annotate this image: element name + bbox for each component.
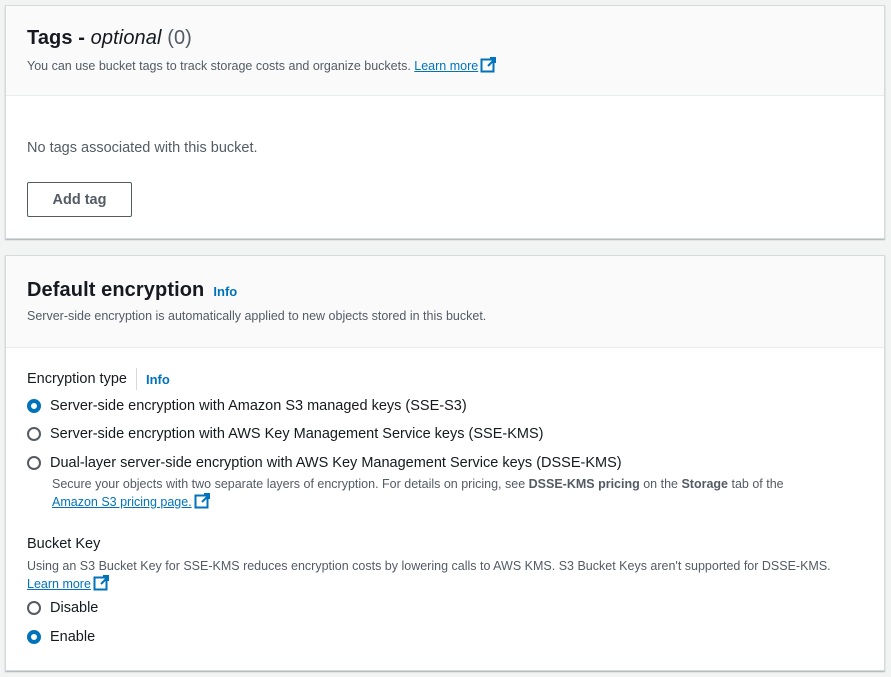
radio-bucket-key-disable[interactable]: Disable (27, 600, 98, 616)
tags-title-optional: optional (90, 27, 162, 49)
radio-dsse-kms[interactable]: Dual-layer server-side encryption with A… (27, 455, 622, 471)
radio-button[interactable] (27, 427, 41, 441)
tags-title: Tags - optional (0) (27, 27, 192, 49)
bucket-key-description: Using an S3 Bucket Key for SSE-KMS reduc… (27, 557, 847, 596)
radio-sse-s3-label: Server-side encryption with Amazon S3 ma… (50, 398, 467, 414)
divider (135, 368, 137, 390)
dsse-description: Secure your objects with two separate la… (52, 475, 852, 514)
radio-button-selected[interactable] (27, 630, 41, 644)
add-tag-button[interactable]: Add tag (27, 182, 132, 217)
tags-description: You can use bucket tags to track storage… (27, 57, 497, 76)
encryption-panel: Default encryption Info Server-side encr… (5, 255, 885, 671)
radio-sse-kms[interactable]: Server-side encryption with AWS Key Mana… (27, 426, 543, 442)
encryption-title-row: Default encryption Info (27, 279, 237, 302)
tags-header: Tags - optional (0) You can use bucket t… (6, 6, 884, 96)
encryption-description: Server-side encryption is automatically … (27, 309, 487, 323)
encryption-header: Default encryption Info Server-side encr… (6, 256, 884, 348)
radio-button[interactable] (27, 601, 41, 615)
radio-bucket-key-enable[interactable]: Enable (27, 629, 95, 645)
encryption-type-info-link[interactable]: Info (146, 372, 170, 387)
radio-button[interactable] (27, 456, 41, 470)
tags-count: (0) (161, 27, 192, 49)
bucket-key-learn-more-link[interactable]: Learn more (27, 577, 91, 591)
external-link-icon[interactable] (93, 575, 109, 596)
radio-dsse-kms-label: Dual-layer server-side encryption with A… (50, 455, 622, 471)
bucket-key-label: Bucket Key (27, 536, 101, 552)
radio-sse-s3[interactable]: Server-side encryption with Amazon S3 ma… (27, 398, 467, 414)
encryption-title: Default encryption (27, 279, 205, 301)
radio-sse-kms-label: Server-side encryption with AWS Key Mana… (50, 426, 544, 442)
tags-panel: Tags - optional (0) You can use bucket t… (5, 5, 885, 239)
tags-learn-more-link[interactable]: Learn more (414, 59, 478, 73)
tags-empty-text: No tags associated with this bucket. (27, 140, 258, 156)
external-link-icon[interactable] (480, 57, 497, 76)
radio-button-selected[interactable] (27, 399, 41, 413)
encryption-info-link[interactable]: Info (213, 284, 237, 299)
s3-pricing-page-link[interactable]: Amazon S3 pricing page. (52, 495, 192, 509)
external-link-icon[interactable] (194, 493, 210, 514)
radio-enable-label: Enable (50, 629, 96, 645)
encryption-type-label: Encryption type (27, 371, 127, 387)
encryption-type-label-row: Encryption type Info (27, 368, 170, 390)
radio-disable-label: Disable (50, 600, 99, 616)
